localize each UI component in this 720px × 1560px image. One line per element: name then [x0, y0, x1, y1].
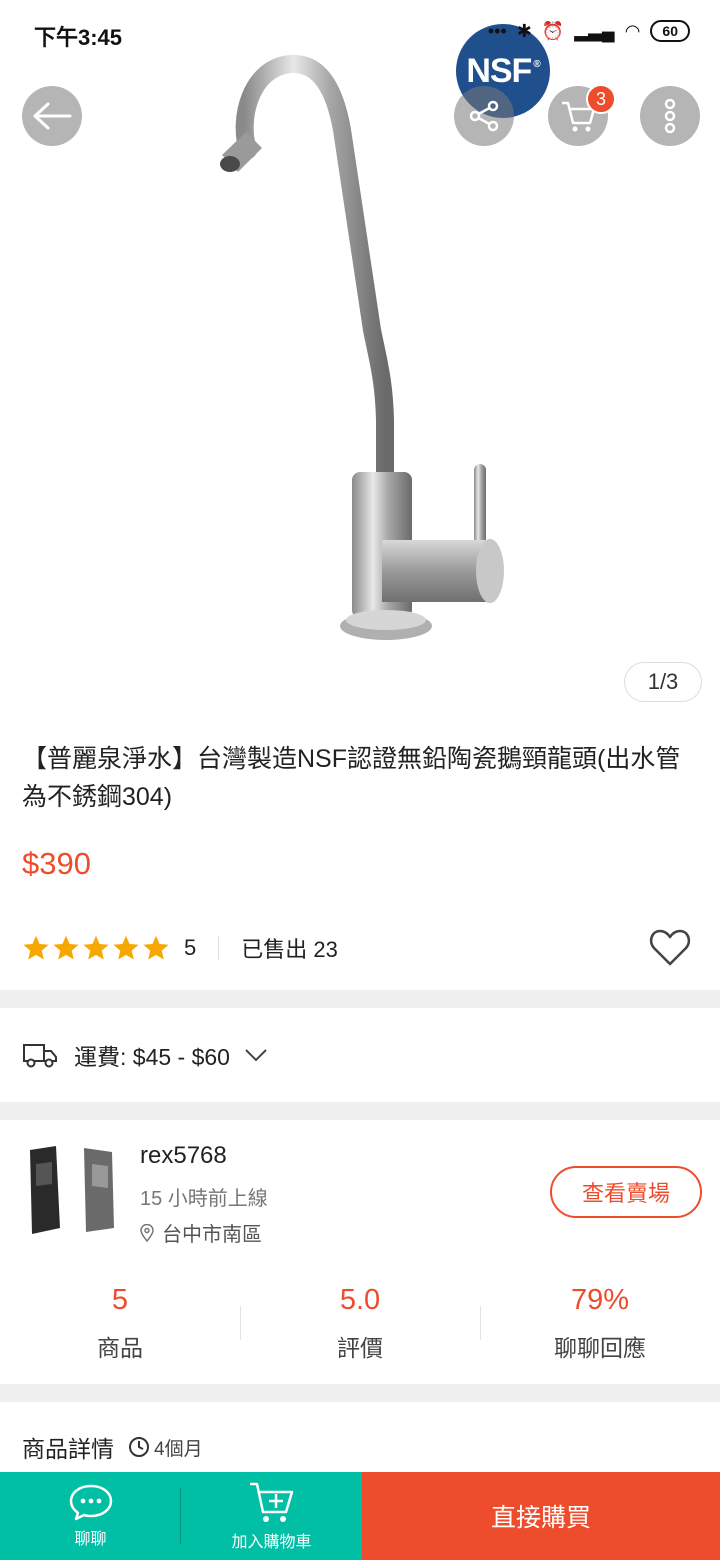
- clock-icon: [129, 1437, 149, 1457]
- stat-value: 5.0: [339, 1284, 381, 1316]
- product-details-header: 商品詳情 4個月: [22, 1430, 203, 1464]
- status-time: 下午3:45: [34, 25, 123, 50]
- chevron-down-icon: [245, 1049, 267, 1062]
- section-gap: [0, 1384, 720, 1402]
- sold-count: 已售出 23: [241, 937, 338, 962]
- star-icon: [143, 935, 169, 960]
- divider: [180, 1488, 181, 1544]
- more-notifications-icon: •••: [487, 20, 507, 41]
- stat-label: 商品: [97, 1335, 143, 1361]
- back-button[interactable]: [22, 86, 82, 146]
- details-title: 商品詳情: [22, 1436, 114, 1462]
- add-to-cart-button[interactable]: 加入購物車: [181, 1472, 362, 1560]
- star-icon: [53, 935, 79, 960]
- shipping-row[interactable]: 運費: $45 - $60: [0, 1008, 720, 1102]
- truck-icon: [23, 1044, 57, 1068]
- stat-value: 79%: [570, 1284, 630, 1316]
- stat-chat-response[interactable]: 79% 聊聊回應: [480, 1276, 720, 1376]
- star-icon: [113, 935, 139, 960]
- stat-label: 評價: [337, 1335, 383, 1361]
- secondary-actions: 聊聊 加入購物車: [0, 1472, 362, 1560]
- shop-online-status: 15 小時前上線: [140, 1188, 268, 1210]
- chat-bubble-icon: [69, 1484, 112, 1521]
- chat-button[interactable]: 聊聊: [0, 1472, 181, 1560]
- location-pin-icon: [140, 1223, 154, 1242]
- more-options-button[interactable]: [640, 86, 700, 146]
- stat-ratings[interactable]: 5.0 評價: [240, 1276, 480, 1376]
- shop-location: 台中市南區: [140, 1218, 262, 1247]
- stat-label: 聊聊回應: [554, 1335, 646, 1361]
- shop-stats: 5 商品 5.0 評價 79% 聊聊回應: [0, 1276, 720, 1376]
- add-to-cart-label: 加入購物車: [231, 1534, 312, 1551]
- rating-row: 5 已售出 23: [22, 926, 698, 970]
- bottom-action-bar: 聊聊 加入購物車 直接購買: [0, 1472, 720, 1560]
- cart-button[interactable]: 3: [548, 84, 616, 146]
- star-icon: [83, 935, 109, 960]
- bluetooth-icon: ✱: [516, 20, 532, 41]
- battery-icon: 60: [650, 20, 690, 42]
- rating-stars: [22, 934, 170, 962]
- section-gap: [0, 990, 720, 1008]
- heart-icon[interactable]: [648, 926, 692, 970]
- wifi-icon: ◠: [624, 20, 641, 41]
- chat-label: 聊聊: [74, 1531, 107, 1548]
- star-icon: [23, 935, 49, 960]
- buy-now-button[interactable]: 直接購買: [362, 1472, 720, 1560]
- more-vertical-icon: [664, 98, 676, 134]
- details-age-text: 4個月: [154, 1438, 203, 1460]
- stat-products[interactable]: 5 商品: [0, 1276, 240, 1376]
- stat-value: 5: [111, 1284, 129, 1316]
- divider: [218, 936, 220, 960]
- product-title: 【普麗泉淨水】台灣製造NSF認證無鉛陶瓷鵝頸龍頭(出水管為不銹鋼304): [22, 745, 681, 811]
- image-pager: 1/3: [624, 662, 702, 702]
- details-age: 4個月: [128, 1434, 203, 1461]
- shop-name[interactable]: rex5768: [140, 1142, 227, 1170]
- add-to-cart-icon: [249, 1482, 293, 1522]
- signal-icon: ▂▃▄: [574, 20, 615, 41]
- share-button[interactable]: [454, 86, 514, 146]
- alarm-icon: ⏰: [541, 20, 565, 41]
- rating-value: 5: [184, 935, 197, 960]
- cart-count-badge: 3: [586, 84, 616, 114]
- shipping-fee: 運費: $45 - $60: [74, 1044, 230, 1070]
- status-bar: 下午3:45 ••• ✱ ⏰ ▂▃▄ ◠ 60: [0, 0, 720, 64]
- section-gap: [0, 1102, 720, 1120]
- status-icons: ••• ✱ ⏰ ▂▃▄ ◠ 60: [488, 20, 690, 42]
- product-price: $390: [22, 846, 91, 881]
- share-icon: [469, 100, 499, 132]
- shop-location-text: 台中市南區: [162, 1224, 262, 1246]
- arrow-left-icon: [33, 102, 72, 130]
- view-shop-button[interactable]: 查看賣場: [550, 1166, 702, 1218]
- shop-avatar[interactable]: [22, 1144, 120, 1236]
